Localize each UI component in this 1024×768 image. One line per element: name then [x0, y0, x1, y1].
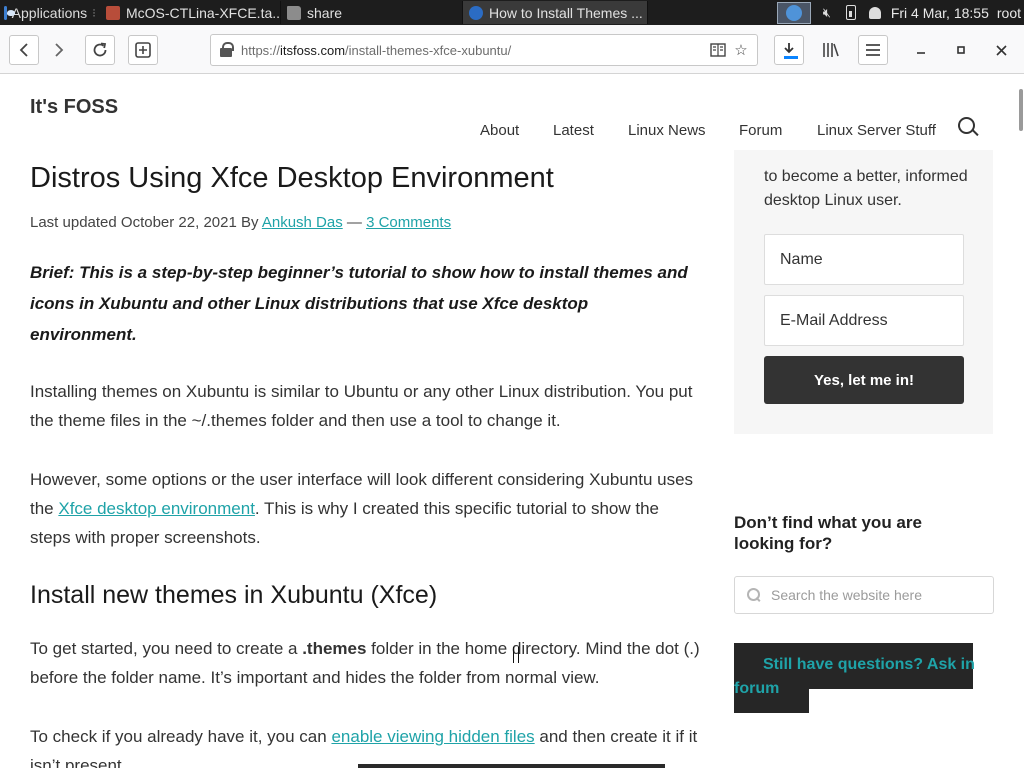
ask-forum-link[interactable]: Still have questions? Ask in forum	[734, 653, 984, 701]
url-bar[interactable]: https://itsfoss.com/install-themes-xfce-…	[210, 34, 758, 66]
panel-user[interactable]: root	[997, 5, 1021, 21]
panel-separator: ⁝	[92, 5, 96, 20]
task-label: share	[307, 4, 343, 21]
maximize-icon	[957, 46, 965, 54]
paragraph-3: To get started, you need to create a .th…	[30, 639, 700, 687]
article-meta: Last updated October 22, 2021 By Ankush …	[30, 214, 452, 231]
minimize-icon	[917, 52, 925, 54]
archive-icon	[106, 5, 120, 20]
folder-icon	[287, 5, 301, 20]
search-placeholder: Search the website here	[771, 587, 922, 603]
close-button[interactable]	[986, 35, 1016, 65]
task-label: How to Install Themes ...	[489, 4, 643, 21]
subscribe-button[interactable]: Yes, let me in!	[764, 356, 964, 404]
help-heading: Don’t find what you are looking for?	[734, 513, 922, 553]
browser-toolbar: https://itsfoss.com/install-themes-xfce-…	[0, 25, 1024, 74]
hidden-files-link[interactable]: enable viewing hidden files	[331, 727, 534, 746]
site-search-icon[interactable]	[958, 117, 980, 139]
article-title: Distros Using Xfce Desktop Environment	[30, 162, 554, 194]
web-page: It's FOSS About Latest Linux News Forum …	[0, 75, 1024, 768]
nav-linux-news[interactable]: Linux News	[628, 122, 706, 139]
taskbar-item-archive[interactable]: McOS-CTLina-XFCE.ta...	[100, 1, 281, 24]
globe-icon	[469, 5, 483, 20]
workspace-thumb-icon	[785, 4, 802, 21]
forward-button[interactable]	[44, 35, 74, 65]
email-field[interactable]: E-Mail Address	[764, 295, 964, 346]
paragraph-1: Installing themes on Xubuntu is similar …	[30, 382, 693, 430]
search-icon	[747, 588, 761, 602]
taskbar-item-firefox[interactable]: How to Install Themes ...	[463, 1, 648, 24]
section-heading: Install new themes in Xubuntu (Xfce)	[30, 581, 438, 609]
name-field[interactable]: Name	[764, 234, 964, 285]
forward-arrow-icon	[55, 43, 64, 57]
nav-forum[interactable]: Forum	[739, 122, 782, 139]
new-tab-button[interactable]	[128, 35, 158, 65]
taskbar-item-share[interactable]: share	[281, 1, 463, 24]
battery-icon[interactable]	[843, 5, 859, 21]
back-arrow-icon	[19, 43, 28, 57]
paragraph-4: To check if you already have it, you can…	[30, 727, 698, 768]
sidebar-search-input[interactable]: Search the website here	[734, 576, 994, 614]
library-icon	[823, 43, 839, 57]
notification-bell-icon[interactable]	[867, 5, 883, 21]
article-brief: Brief: This is a step-by-step beginner’s…	[30, 263, 688, 344]
nav-latest[interactable]: Latest	[553, 122, 594, 139]
page-scrollbar[interactable]	[1019, 89, 1023, 131]
download-progress-bar	[784, 56, 798, 59]
author-link[interactable]: Ankush Das	[262, 214, 343, 231]
downloads-button[interactable]	[774, 35, 804, 65]
applications-label: Applications	[11, 4, 88, 21]
volume-muted-icon[interactable]: 🔇︎	[819, 5, 835, 21]
xfce-link[interactable]: Xfce desktop environment	[58, 499, 255, 518]
panel-tray: 🔇︎ Fri 4 Mar, 18:55 root	[776, 0, 1024, 25]
comments-link[interactable]: 3 Comments	[366, 214, 451, 231]
task-label: McOS-CTLina-XFCE.ta...	[126, 4, 281, 21]
menu-button[interactable]	[858, 35, 888, 65]
reader-view-icon[interactable]	[710, 42, 726, 58]
newsletter-text: to become a better, informed desktop Lin…	[764, 168, 968, 209]
nav-about[interactable]: About	[480, 122, 519, 139]
url-text[interactable]: https://itsfoss.com/install-themes-xfce-…	[241, 43, 511, 58]
back-button[interactable]	[9, 35, 39, 65]
reload-icon	[93, 42, 107, 57]
reload-button[interactable]	[85, 35, 115, 65]
paragraph-2: However, some options or the user interf…	[30, 470, 694, 547]
bookmark-star-icon[interactable]: ☆	[733, 42, 749, 59]
applications-menu[interactable]: Applications ⁝	[0, 0, 100, 25]
hamburger-menu-icon	[866, 44, 880, 56]
text-cursor-icon	[513, 647, 519, 663]
screenshot-image-edge	[358, 764, 665, 768]
panel-clock[interactable]: Fri 4 Mar, 18:55	[891, 5, 989, 21]
new-tab-icon	[135, 42, 151, 58]
xfce-panel: Applications ⁝ McOS-CTLina-XFCE.ta... sh…	[0, 0, 1024, 25]
close-icon	[995, 44, 1007, 56]
site-logo[interactable]: It's FOSS	[30, 96, 118, 119]
maximize-button[interactable]	[946, 35, 976, 65]
workspace-switcher[interactable]	[776, 1, 811, 24]
minimize-button[interactable]	[906, 35, 936, 65]
nav-linux-server-stuff[interactable]: Linux Server Stuff	[817, 122, 936, 139]
library-button[interactable]	[816, 35, 846, 65]
xfce-logo-icon	[4, 5, 14, 20]
lock-icon[interactable]	[219, 42, 235, 58]
